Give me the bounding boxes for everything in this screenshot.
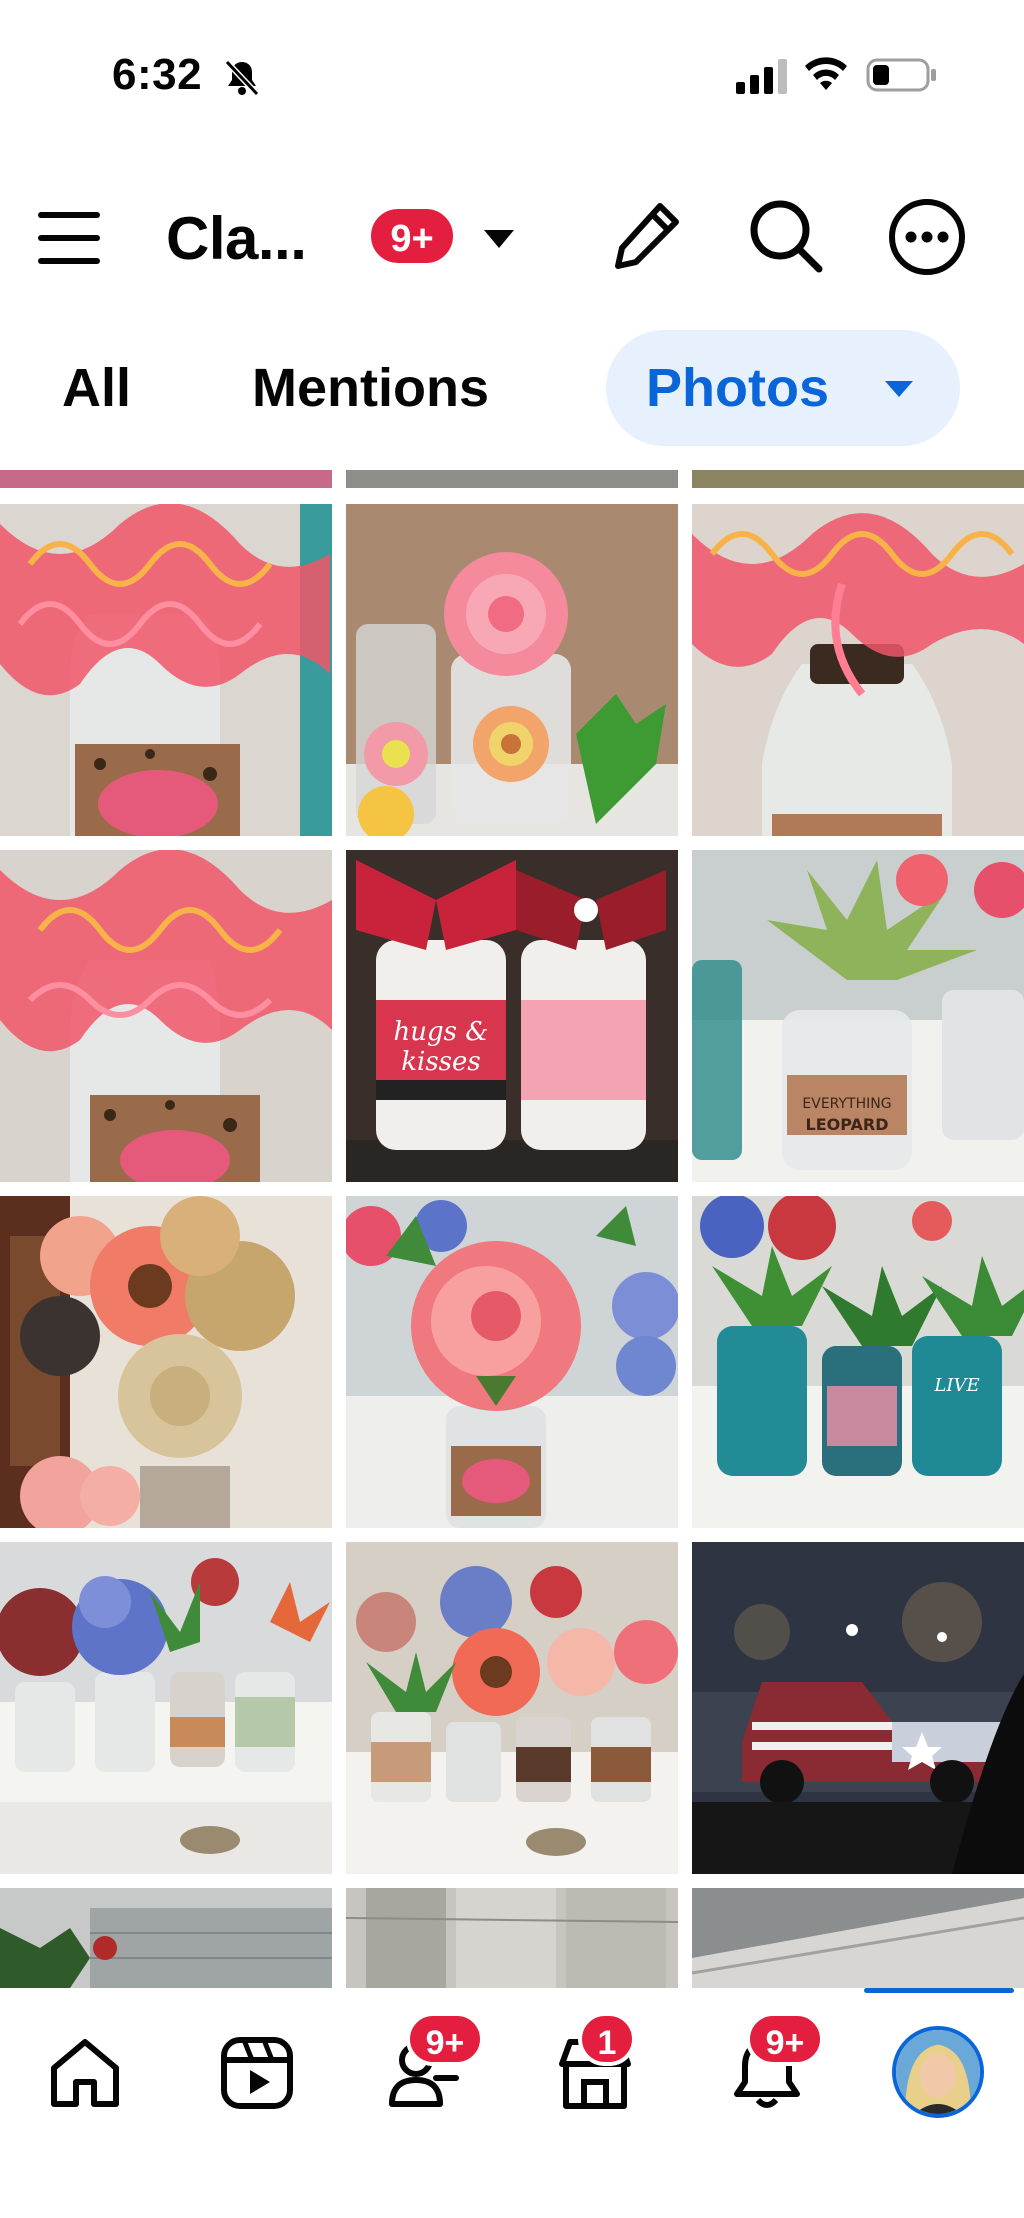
menu-icon[interactable] [36,208,106,268]
profile-avatar[interactable] [892,2026,984,2118]
status-bar: 6:32 [0,0,1024,150]
more-icon[interactable] [888,198,966,276]
title-notification-badge: 9+ [368,206,456,266]
search-icon[interactable] [748,198,824,274]
photo-partial[interactable] [346,470,678,488]
pencil-icon[interactable] [612,200,682,272]
label-hugs: hugs & [394,1017,489,1047]
photo-flag-truck-night[interactable] [692,1542,1024,1874]
home-icon[interactable] [46,2034,124,2112]
friends-badge: 9+ [406,2012,484,2066]
bottom-navigation [0,1988,1024,2218]
photo-bottle-curly-ribbon-3[interactable] [0,850,332,1182]
tab-all[interactable]: All [62,330,131,446]
chevron-down-icon [885,381,913,397]
photo-bottle-curly-ribbon-2[interactable] [692,504,1024,836]
tab-mentions[interactable]: Mentions [252,330,489,446]
photo-bottle-curly-ribbon-1[interactable] [0,504,332,836]
photo-bottle-pink-bow[interactable] [346,504,678,836]
marketplace-badge: 1 [578,2012,636,2066]
page-title[interactable]: Cla... [166,204,307,273]
photo-burlap-flowers[interactable] [0,1196,332,1528]
photo-partial[interactable] [692,470,1024,488]
caret-down-icon[interactable] [482,228,516,250]
photo-partial[interactable] [0,470,332,488]
wifi-icon [805,57,847,90]
label-leopard: LEOPARD [806,1115,889,1134]
photo-succulent-everything-leopard[interactable]: EVERYTHING LEOPARD [692,850,1024,1182]
photo-wood-table[interactable] [346,1888,678,1988]
label-kisses: kisses [401,1047,481,1077]
photo-pink-peony-hello[interactable] [346,1196,678,1528]
tab-photos-label: Photos [646,358,829,418]
bell-off-icon [224,59,260,97]
photo-bottles-flowers-counter[interactable] [346,1542,678,1874]
label-everything: EVERYTHING [802,1096,891,1112]
photo-bottles-hydrangeas[interactable] [0,1542,332,1874]
reels-icon[interactable] [218,2034,296,2112]
tab-photos[interactable]: Photos [606,330,960,446]
active-tab-indicator [864,1988,1014,1993]
photo-greenery-garage[interactable] [0,1888,332,1988]
photo-teal-bottles-succulents[interactable]: LIVE [692,1196,1024,1528]
label-live: LIVE [933,1375,979,1396]
status-time: 6:32 [112,50,203,99]
battery-icon [866,58,936,92]
notifications-badge: 9+ [746,2012,824,2066]
signal-icon [736,59,787,94]
photo-wood-planks[interactable] [692,1888,1024,1988]
photo-hugs-kisses-bottles[interactable]: hugs & kisses [346,850,678,1182]
photo-grid: hugs & kisses EVERYTHING LEOPARD LIVE [0,470,1024,1988]
